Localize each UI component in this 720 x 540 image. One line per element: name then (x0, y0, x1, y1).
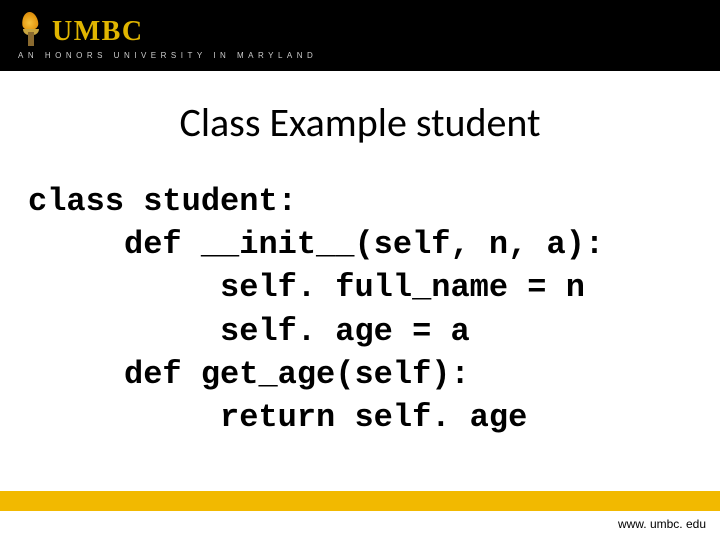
code-line: self. age = a (28, 313, 470, 350)
header-bar: UMBC AN HONORS UNIVERSITY IN MARYLAND (0, 0, 720, 71)
code-block: class student: def __init__(self, n, a):… (28, 180, 604, 439)
slide: UMBC AN HONORS UNIVERSITY IN MARYLAND Cl… (0, 0, 720, 540)
slide-title: Class Example student (0, 98, 720, 147)
tagline: AN HONORS UNIVERSITY IN MARYLAND (16, 51, 720, 60)
code-line: return self. age (28, 399, 527, 436)
code-line: def __init__(self, n, a): (28, 226, 604, 263)
footer-bar (0, 491, 720, 511)
footer-url: www. umbc. edu (618, 517, 706, 531)
code-line: class student: (28, 183, 297, 220)
logo-text: UMBC (52, 18, 144, 46)
torch-icon (16, 12, 46, 46)
umbc-logo: UMBC (16, 12, 720, 46)
code-line: self. full_name = n (28, 269, 585, 306)
code-line: def get_age(self): (28, 356, 470, 393)
